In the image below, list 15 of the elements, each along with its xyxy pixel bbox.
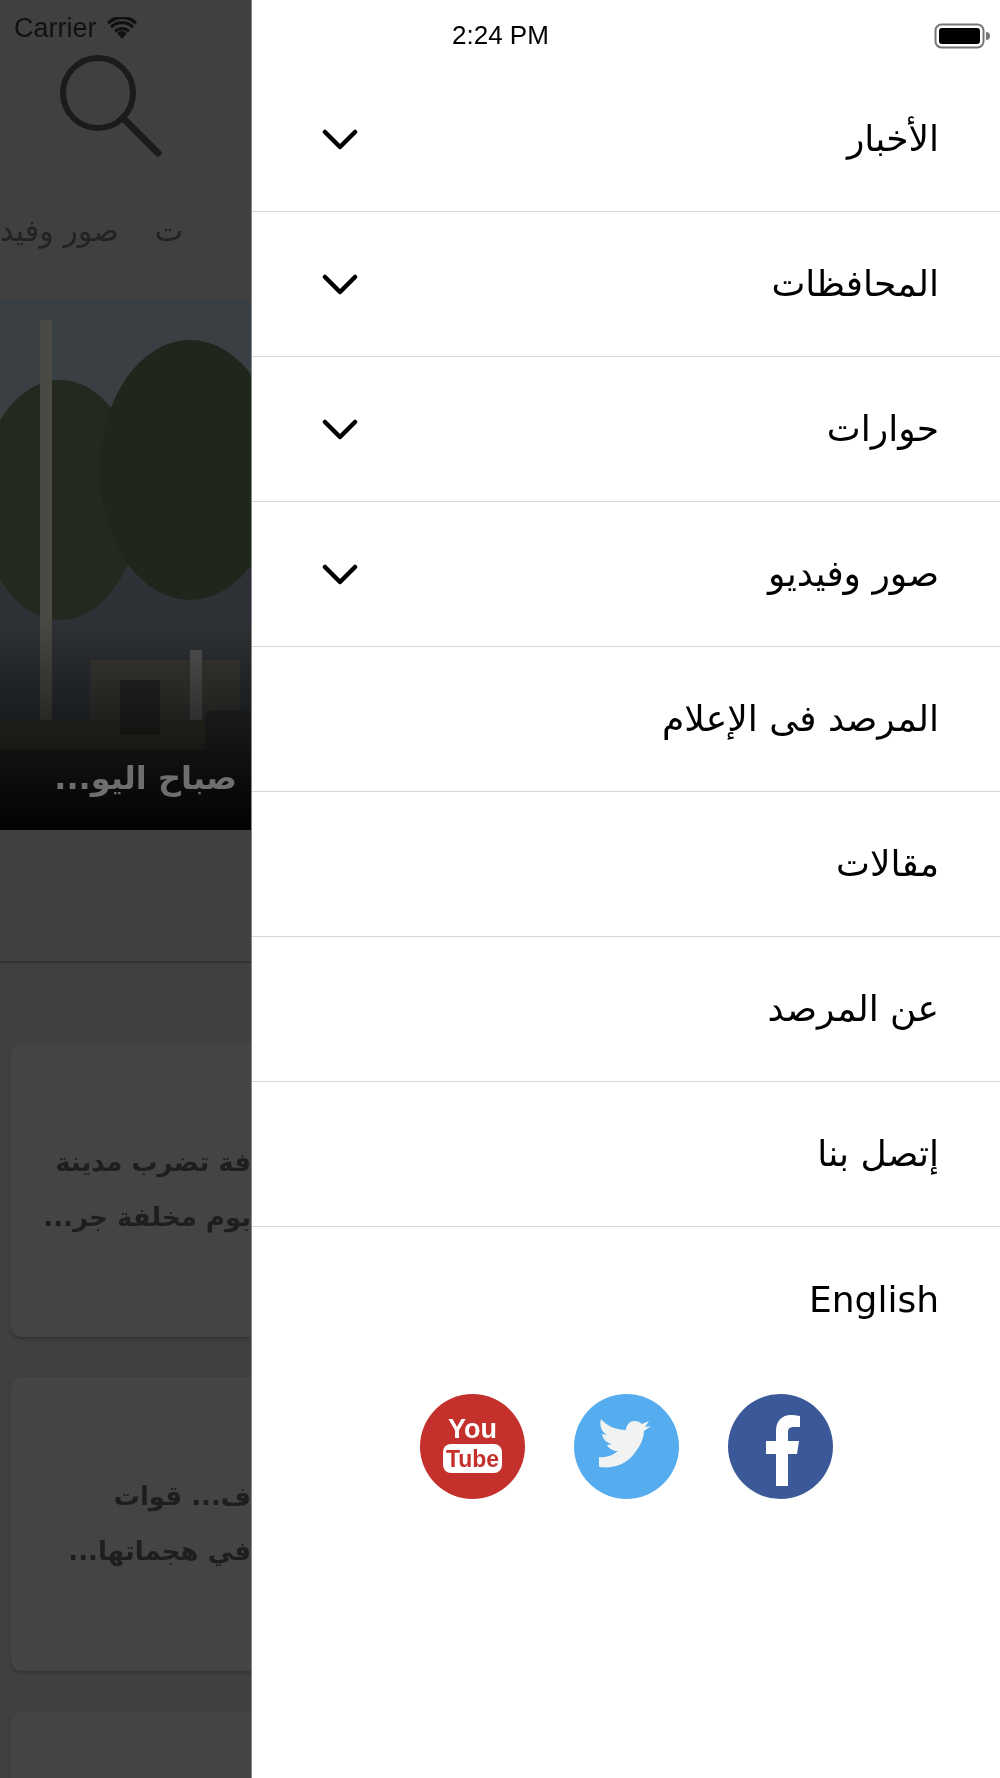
article-title: صباح اليو... (54, 758, 237, 799)
menu-item[interactable]: مقالات (252, 792, 1000, 937)
menu-item[interactable]: عن المرصد (252, 937, 1000, 1082)
menu-item[interactable]: صور وفيديو (252, 502, 1000, 647)
battery-icon (934, 22, 990, 49)
youtube-button[interactable]: You Tube (419, 1394, 525, 1499)
menu-item[interactable]: الأخبار (252, 67, 1000, 212)
wifi-icon (106, 17, 137, 39)
menu-item[interactable]: المحافظات (252, 212, 1000, 357)
facebook-button[interactable] (727, 1394, 833, 1499)
menu-item[interactable]: English (252, 1227, 1000, 1372)
clock-time: 2:24 PM (452, 19, 549, 52)
menu-item[interactable]: حوارات (252, 357, 1000, 502)
menu-item[interactable]: إتصل بنا (252, 1082, 1000, 1227)
menu-item[interactable]: المرصد فى الإعلام (252, 647, 1000, 792)
